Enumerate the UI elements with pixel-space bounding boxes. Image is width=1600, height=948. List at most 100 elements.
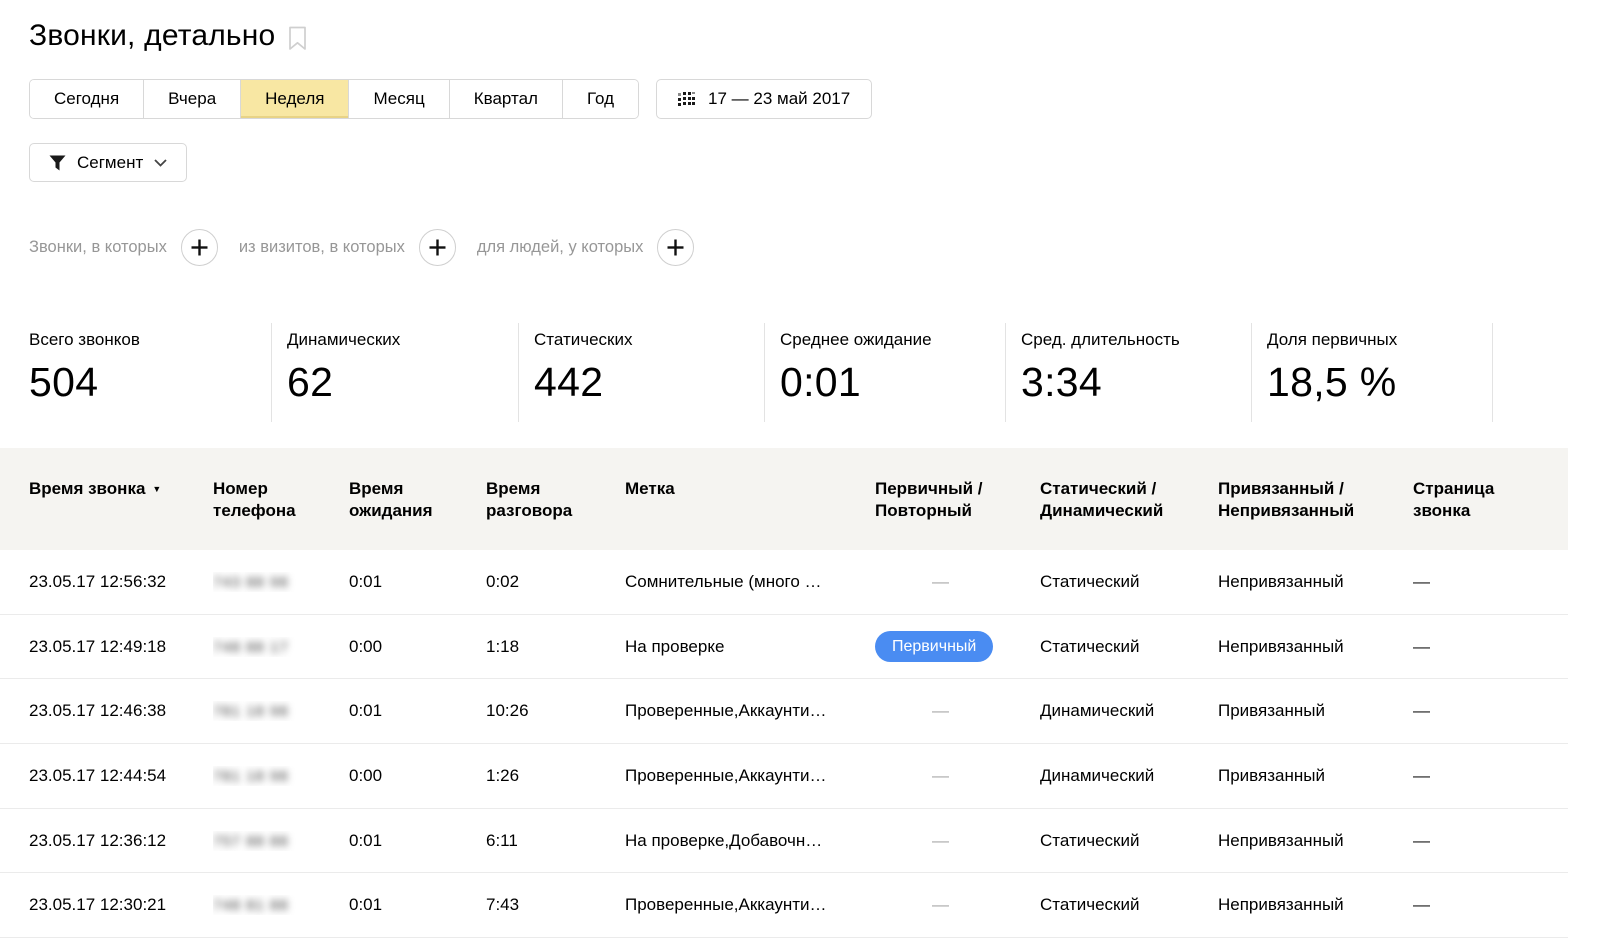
stat-value: 504 (29, 359, 271, 406)
call-label: Проверенные,Аккаунти… (625, 701, 875, 721)
static-dynamic-value: Статический (1040, 831, 1218, 851)
table-row: 23.05.17 12:30:21 748 81 88 0:01 7:43 Пр… (0, 873, 1568, 938)
call-label: На проверке,Добавочн… (625, 831, 875, 851)
column-phone: Номер телефона (213, 478, 349, 522)
talk-time: 1:26 (486, 766, 625, 786)
stat-value: 62 (287, 359, 518, 406)
filter-label-visits: из визитов, в которых (239, 238, 405, 257)
static-dynamic-value: Статический (1040, 895, 1218, 915)
call-page-value: — (1413, 766, 1568, 786)
stat-label: Доля первичных (1267, 330, 1492, 350)
stat-total-calls: Всего звонков 504 (0, 323, 272, 422)
stat-label: Сред. длительность (1021, 330, 1251, 350)
bound-value: Непривязанный (1218, 572, 1413, 592)
stat-label: Всего звонков (29, 330, 271, 350)
static-dynamic-value: Динамический (1040, 766, 1218, 786)
column-static-dynamic: Статический / Динамический (1040, 478, 1218, 522)
table-row: 23.05.17 12:56:32 743 88 98 0:01 0:02 Со… (0, 550, 1568, 615)
phone-number-blurred: 743 88 98 (213, 574, 289, 591)
table-row: 23.05.17 12:49:18 748 88 17 0:00 1:18 На… (0, 615, 1568, 680)
funnel-icon (49, 155, 66, 171)
tab-month[interactable]: Месяц (348, 80, 448, 118)
static-dynamic-value: Статический (1040, 572, 1218, 592)
call-time: 23.05.17 12:44:54 (29, 766, 213, 786)
stat-value: 442 (534, 359, 764, 406)
calls-detail-page: Звонки, детально Сегодня Вчера Неделя Ме… (0, 0, 1600, 948)
call-page-value: — (1413, 831, 1568, 851)
call-time: 23.05.17 12:30:21 (29, 895, 213, 915)
table-row: 23.05.17 12:46:38 781 18 98 0:01 10:26 П… (0, 679, 1568, 744)
call-page-value: — (1413, 572, 1568, 592)
column-call-time[interactable]: Время звонка▼ (29, 478, 213, 500)
static-dynamic-value: Статический (1040, 637, 1218, 657)
first-repeat-value: — (932, 766, 949, 785)
page-header: Звонки, детально (0, 0, 1600, 56)
talk-time: 10:26 (486, 701, 625, 721)
segment-label: Сегмент (77, 153, 143, 173)
bookmark-icon[interactable] (288, 26, 307, 51)
column-wait-time: Время ожидания (349, 478, 486, 522)
tab-year[interactable]: Год (562, 80, 638, 118)
column-label: Метка (625, 478, 875, 500)
period-tab-group: Сегодня Вчера Неделя Месяц Квартал Год (29, 79, 639, 119)
stat-avg-wait: Среднее ожидание 0:01 (765, 323, 1006, 422)
stat-label: Среднее ожидание (780, 330, 1005, 350)
wait-time: 0:01 (349, 701, 486, 721)
wait-time: 0:01 (349, 831, 486, 851)
summary-stats: Всего звонков 504 Динамических 62 Статич… (0, 323, 1600, 422)
talk-time: 0:02 (486, 572, 625, 592)
call-time: 23.05.17 12:36:12 (29, 831, 213, 851)
segment-button[interactable]: Сегмент (29, 143, 187, 182)
add-visit-condition-button[interactable] (419, 229, 456, 266)
wait-time: 0:00 (349, 766, 486, 786)
column-talk-time: Время разговора (486, 478, 625, 522)
date-range-label: 17 — 23 май 2017 (708, 89, 850, 109)
stat-label: Динамических (287, 330, 518, 350)
stat-static: Статических 442 (519, 323, 765, 422)
first-repeat-value: — (932, 831, 949, 850)
stat-avg-duration: Сред. длительность 3:34 (1006, 323, 1252, 422)
page-title: Звонки, детально (29, 19, 275, 53)
column-first-repeat: Первичный / Повторный (875, 478, 1040, 522)
call-page-value: — (1413, 895, 1568, 915)
call-label: Сомнительные (много … (625, 572, 875, 592)
wait-time: 0:01 (349, 895, 486, 915)
add-people-condition-button[interactable] (657, 229, 694, 266)
table-row: 23.05.17 12:36:12 757 88 88 0:01 6:11 На… (0, 809, 1568, 874)
stat-value: 3:34 (1021, 359, 1251, 406)
first-call-badge: Первичный (875, 631, 993, 662)
wait-time: 0:01 (349, 572, 486, 592)
talk-time: 6:11 (486, 831, 625, 851)
period-selector-row: Сегодня Вчера Неделя Месяц Квартал Год 1… (29, 79, 1600, 119)
tab-week[interactable]: Неделя (240, 80, 348, 118)
tab-today[interactable]: Сегодня (30, 80, 143, 118)
stat-value: 0:01 (780, 359, 1005, 406)
date-range-button[interactable]: 17 — 23 май 2017 (656, 79, 872, 119)
wait-time: 0:00 (349, 637, 486, 657)
table-header: Время звонка▼ Номер телефона Время ожида… (0, 448, 1568, 550)
filter-bar: Звонки, в которых из визитов, в которых … (29, 229, 1600, 266)
call-time: 23.05.17 12:46:38 (29, 701, 213, 721)
phone-number-blurred: 781 18 98 (213, 703, 289, 720)
tab-yesterday[interactable]: Вчера (143, 80, 240, 118)
phone-number-blurred: 757 88 88 (213, 833, 289, 850)
first-repeat-value: — (932, 701, 949, 720)
stat-label: Статических (534, 330, 764, 350)
first-repeat-value: — (932, 572, 949, 591)
stat-first-share: Доля первичных 18,5 % (1252, 323, 1493, 422)
phone-number-blurred: 781 18 98 (213, 768, 289, 785)
column-call-page: Страница звонка (1413, 478, 1568, 522)
talk-time: 7:43 (486, 895, 625, 915)
add-call-condition-button[interactable] (181, 229, 218, 266)
bound-value: Непривязанный (1218, 895, 1413, 915)
phone-number-blurred: 748 81 88 (213, 897, 289, 914)
call-time: 23.05.17 12:49:18 (29, 637, 213, 657)
call-label: Проверенные,Аккаунти… (625, 895, 875, 915)
filter-label-people: для людей, у которых (477, 238, 644, 257)
tab-quarter[interactable]: Квартал (449, 80, 562, 118)
sort-desc-icon: ▼ (152, 484, 161, 494)
call-time: 23.05.17 12:56:32 (29, 572, 213, 592)
bound-value: Привязанный (1218, 766, 1413, 786)
call-label: Проверенные,Аккаунти… (625, 766, 875, 786)
bound-value: Непривязанный (1218, 831, 1413, 851)
